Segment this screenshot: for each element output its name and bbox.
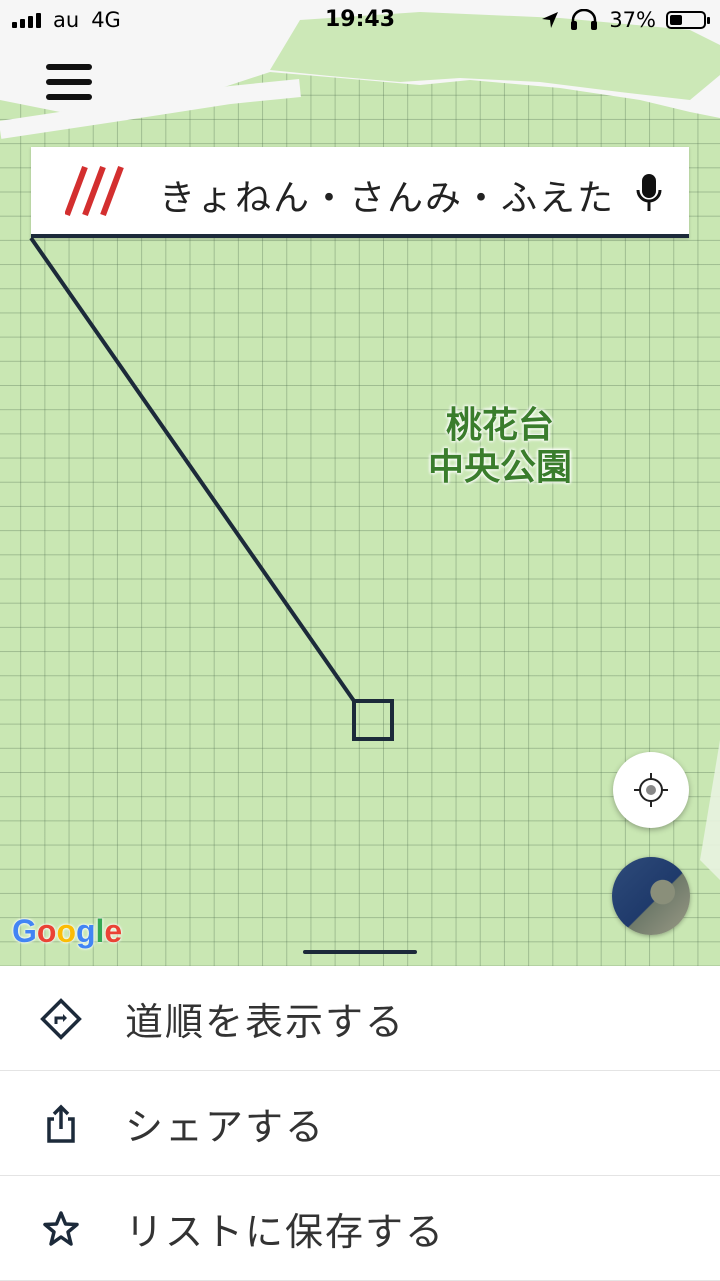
save-to-list-label: リストに保存する <box>125 1209 446 1254</box>
annotation-box <box>352 699 394 741</box>
park-label[interactable]: 桃花台 中央公園 <box>410 405 590 489</box>
light-beam <box>700 740 720 880</box>
map-view[interactable] <box>0 0 720 966</box>
menu-button[interactable] <box>46 64 92 104</box>
save-to-list-item[interactable]: リストに保存する <box>0 1176 720 1281</box>
map-overlay <box>0 0 720 880</box>
google-logo: Google <box>12 913 123 949</box>
satellite-layer-button[interactable] <box>612 857 690 935</box>
status-bar: au 4G 19:43 37% <box>0 0 720 40</box>
bottom-sheet: 道順を表示する シェアする リストに保存する <box>0 966 720 1281</box>
search-bar[interactable]: きょねん・さんみ・ふえた <box>31 147 689 238</box>
search-query-text: きょねん・さんみ・ふえた <box>159 178 616 219</box>
annotation-line <box>29 236 356 703</box>
directions-item[interactable]: 道順を表示する <box>0 966 720 1071</box>
park-label-line1: 桃花台 <box>445 405 554 446</box>
directions-icon <box>40 998 82 1040</box>
headphones-icon <box>571 9 598 30</box>
share-icon <box>47 1104 75 1143</box>
crosshair-icon <box>634 773 668 807</box>
directions-label: 道順を表示する <box>125 999 406 1044</box>
star-icon <box>43 1211 79 1246</box>
sheet-drag-handle[interactable] <box>303 950 417 954</box>
microphone-icon[interactable] <box>636 173 662 213</box>
three-slashes-logo <box>65 165 124 217</box>
share-label: シェアする <box>125 1104 326 1149</box>
share-item[interactable]: シェアする <box>0 1071 720 1176</box>
my-location-button[interactable] <box>613 752 689 828</box>
location-arrow-icon <box>542 12 559 28</box>
battery-icon <box>666 11 710 29</box>
park-label-line2: 中央公園 <box>427 447 572 488</box>
battery-percent: 37% <box>609 8 656 32</box>
